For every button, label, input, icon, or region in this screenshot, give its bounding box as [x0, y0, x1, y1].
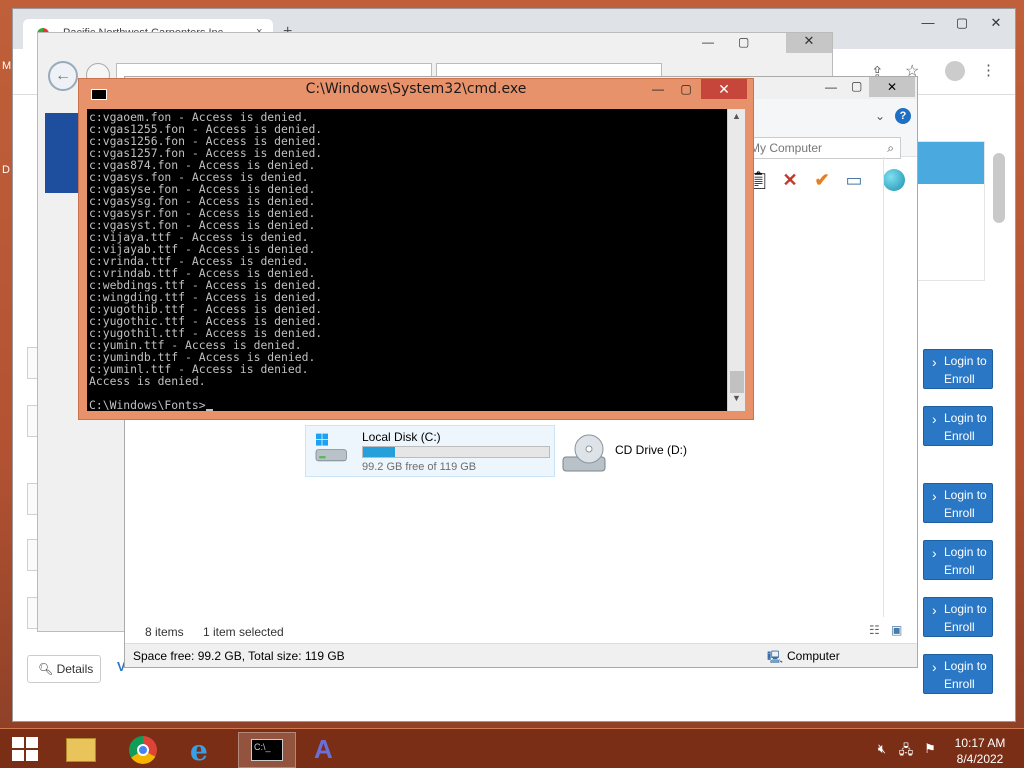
scroll-up-icon[interactable]: ▲	[728, 111, 745, 127]
cmd-scrollbar[interactable]: ▲ ▼	[727, 109, 745, 411]
app-a-icon: A	[314, 734, 333, 764]
chrome-taskbar-button[interactable]	[114, 732, 172, 768]
action-center-flag-icon[interactable]: ⚑	[922, 741, 938, 757]
console-text: c:vgaoem.fon - Access is denied. c:vgas1…	[89, 110, 323, 411]
explorer-info-bar: Space free: 99.2 GB, Total size: 119 GB …	[125, 643, 917, 667]
drive-name: CD Drive (D:)	[615, 443, 687, 457]
desktop-label-d: D	[2, 164, 10, 176]
divider	[883, 157, 884, 617]
ie-taskbar-button[interactable]: e	[176, 732, 234, 768]
login-to-enroll-button[interactable]: Login toEnroll	[923, 597, 993, 637]
chrome-icon	[129, 736, 157, 764]
app-a-taskbar-button[interactable]: A	[300, 732, 358, 768]
drive-name: Local Disk (C:)	[362, 430, 441, 444]
drive-free-space: 99.2 GB free of 119 GB	[362, 461, 477, 473]
taskbar: e C:\_ A 🔇︎ 🖧 ⚑ 10:17 AM 8/4/2022	[0, 728, 1024, 768]
search-icon: 🔍︎	[38, 662, 54, 676]
login-to-enroll-button[interactable]: Login toEnroll	[923, 349, 993, 389]
menu-dots-icon[interactable]: ⋮	[981, 61, 996, 79]
cmd-icon: C:\_	[251, 739, 283, 761]
login-to-enroll-button[interactable]: Login toEnroll	[923, 540, 993, 580]
chrome-minimize-button[interactable]: —	[913, 15, 943, 37]
login-to-enroll-button[interactable]: Login toEnroll	[923, 483, 993, 523]
ie-minimize-button[interactable]: —	[702, 35, 714, 49]
explorer-minimize-button[interactable]: —	[825, 80, 837, 94]
cmd-maximize-button[interactable]: ▢	[673, 79, 699, 99]
cmd-scrollbar-thumb[interactable]	[730, 371, 744, 393]
clock-date: 8/4/2022	[956, 752, 1004, 766]
space-info: Space free: 99.2 GB, Total size: 119 GB	[133, 649, 345, 663]
local-disk-c[interactable]: Local Disk (C:) 99.2 GB free of 119 GB	[305, 425, 555, 477]
hard-drive-icon	[315, 433, 347, 462]
login-to-enroll-button[interactable]: Login toEnroll	[923, 406, 993, 446]
system-clock[interactable]: 10:17 AM 8/4/2022	[944, 735, 1016, 767]
file-explorer-taskbar-button[interactable]	[52, 732, 110, 768]
drive-usage-fill	[363, 447, 395, 457]
large-icons-view-icon[interactable]: ▣	[891, 623, 902, 637]
cmd-minimize-button[interactable]: —	[645, 79, 671, 99]
ie-maximize-button[interactable]: ▢	[738, 35, 749, 49]
computer-icon: 🖳	[767, 650, 784, 664]
details-button[interactable]: 🔍︎ Details	[27, 655, 101, 683]
delete-x-icon[interactable]: ✕	[779, 169, 801, 191]
details-view-icon[interactable]: ☷	[869, 623, 880, 637]
cd-drive-d[interactable]: CD Drive (D:)	[561, 431, 721, 475]
location-label: Computer	[787, 649, 840, 663]
selected-count: 1 item selected	[203, 625, 284, 639]
item-count: 8 items	[145, 625, 184, 639]
dropdown-chevron-icon[interactable]: ⌄	[875, 109, 885, 123]
checkmark-icon[interactable]: ✔	[811, 169, 833, 191]
speaker-muted-icon[interactable]: 🔇︎	[874, 741, 890, 757]
search-input[interactable]: My Computer ⌕	[745, 137, 901, 159]
login-to-enroll-button[interactable]: Login toEnroll	[923, 654, 993, 694]
help-icon[interactable]: ?	[895, 108, 911, 124]
cd-drive-icon	[562, 434, 606, 472]
console-cursor	[205, 409, 213, 411]
desktop-label-m: M	[2, 60, 12, 72]
search-icon: ⌕	[887, 141, 894, 155]
explorer-close-button[interactable]: ✕	[869, 77, 915, 97]
network-globe-icon[interactable]	[883, 169, 905, 191]
internet-explorer-icon: e	[190, 734, 208, 767]
chrome-maximize-button[interactable]: ▢	[947, 15, 977, 37]
console-output[interactable]: c:vgaoem.fon - Access is denied. c:vgas1…	[87, 109, 727, 411]
explorer-maximize-button[interactable]: ▢	[851, 79, 862, 93]
network-icon[interactable]: 🖧	[898, 741, 914, 757]
chrome-close-button[interactable]: ✕	[981, 15, 1011, 37]
scroll-down-icon[interactable]: ▼	[728, 393, 745, 409]
cmd-window[interactable]: C:\Windows\System32\cmd.exe — ▢ ✕ c:vgao…	[78, 78, 754, 420]
explorer-status-bar: 8 items 1 item selected ☷ ▣	[125, 617, 917, 643]
ie-close-button[interactable]: ✕	[786, 33, 832, 53]
drive-usage-bar	[362, 446, 550, 458]
file-explorer-icon	[66, 738, 96, 762]
page-scrollbar-thumb[interactable]	[993, 153, 1005, 223]
windows-start-icon[interactable]	[12, 737, 38, 761]
clock-time: 10:17 AM	[954, 736, 1006, 750]
back-arrow-icon[interactable]: ←	[48, 61, 78, 91]
rename-icon[interactable]: ▭	[843, 169, 865, 191]
cmd-close-button[interactable]: ✕	[701, 79, 747, 99]
profile-avatar-icon[interactable]	[945, 61, 965, 81]
cmd-taskbar-button[interactable]: C:\_	[238, 732, 296, 768]
